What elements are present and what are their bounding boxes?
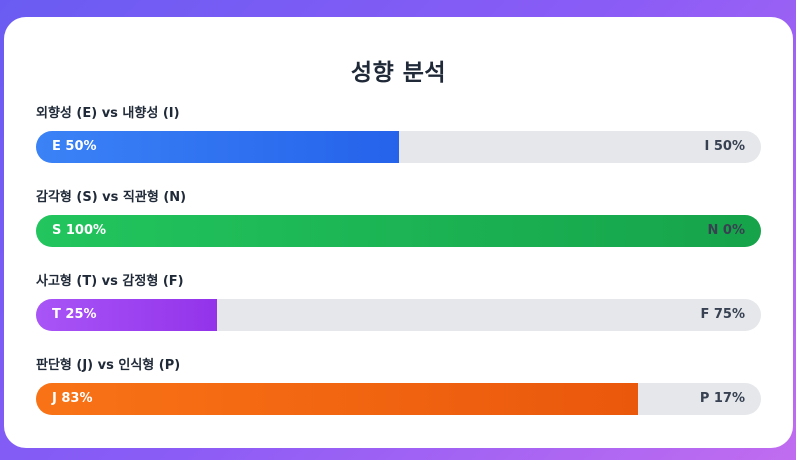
progress-fill <box>36 215 761 247</box>
right-percent-label: P 17% <box>699 391 745 406</box>
left-percent-label: J 83% <box>52 391 93 406</box>
right-percent-label: F 75% <box>700 307 745 322</box>
dimension-row-sn: 감각형 (S) vs 직관형 (N) S 100% N 0% <box>36 189 761 247</box>
dimension-label: 사고형 (T) vs 감정형 (F) <box>36 274 184 289</box>
left-percent-label: E 50% <box>52 139 97 154</box>
dimension-row-ei: 외향성 (E) vs 내향성 (I) E 50% I 50% <box>36 105 761 163</box>
progress-track: J 83% P 17% <box>36 383 761 415</box>
dimension-label: 외향성 (E) vs 내향성 (I) <box>36 106 180 121</box>
progress-track: S 100% N 0% <box>36 215 761 247</box>
progress-fill <box>36 383 638 415</box>
page-title: 성향 분석 <box>350 60 447 86</box>
dimension-label: 감각형 (S) vs 직관형 (N) <box>36 190 187 205</box>
dimension-row-tf: 사고형 (T) vs 감정형 (F) T 25% F 75% <box>36 273 761 331</box>
progress-track: E 50% I 50% <box>36 131 761 163</box>
right-percent-label: N 0% <box>707 223 745 238</box>
left-percent-label: S 100% <box>52 223 107 238</box>
right-percent-label: I 50% <box>704 139 745 154</box>
left-percent-label: T 25% <box>52 307 97 322</box>
progress-track: T 25% F 75% <box>36 299 761 331</box>
dimension-row-jp: 판단형 (J) vs 인식형 (P) J 83% P 17% <box>36 357 761 415</box>
analysis-card: 성향 분석 외향성 (E) vs 내향성 (I) E 50% I 50% 감각형… <box>4 17 793 448</box>
dimension-label: 판단형 (J) vs 인식형 (P) <box>36 358 181 373</box>
